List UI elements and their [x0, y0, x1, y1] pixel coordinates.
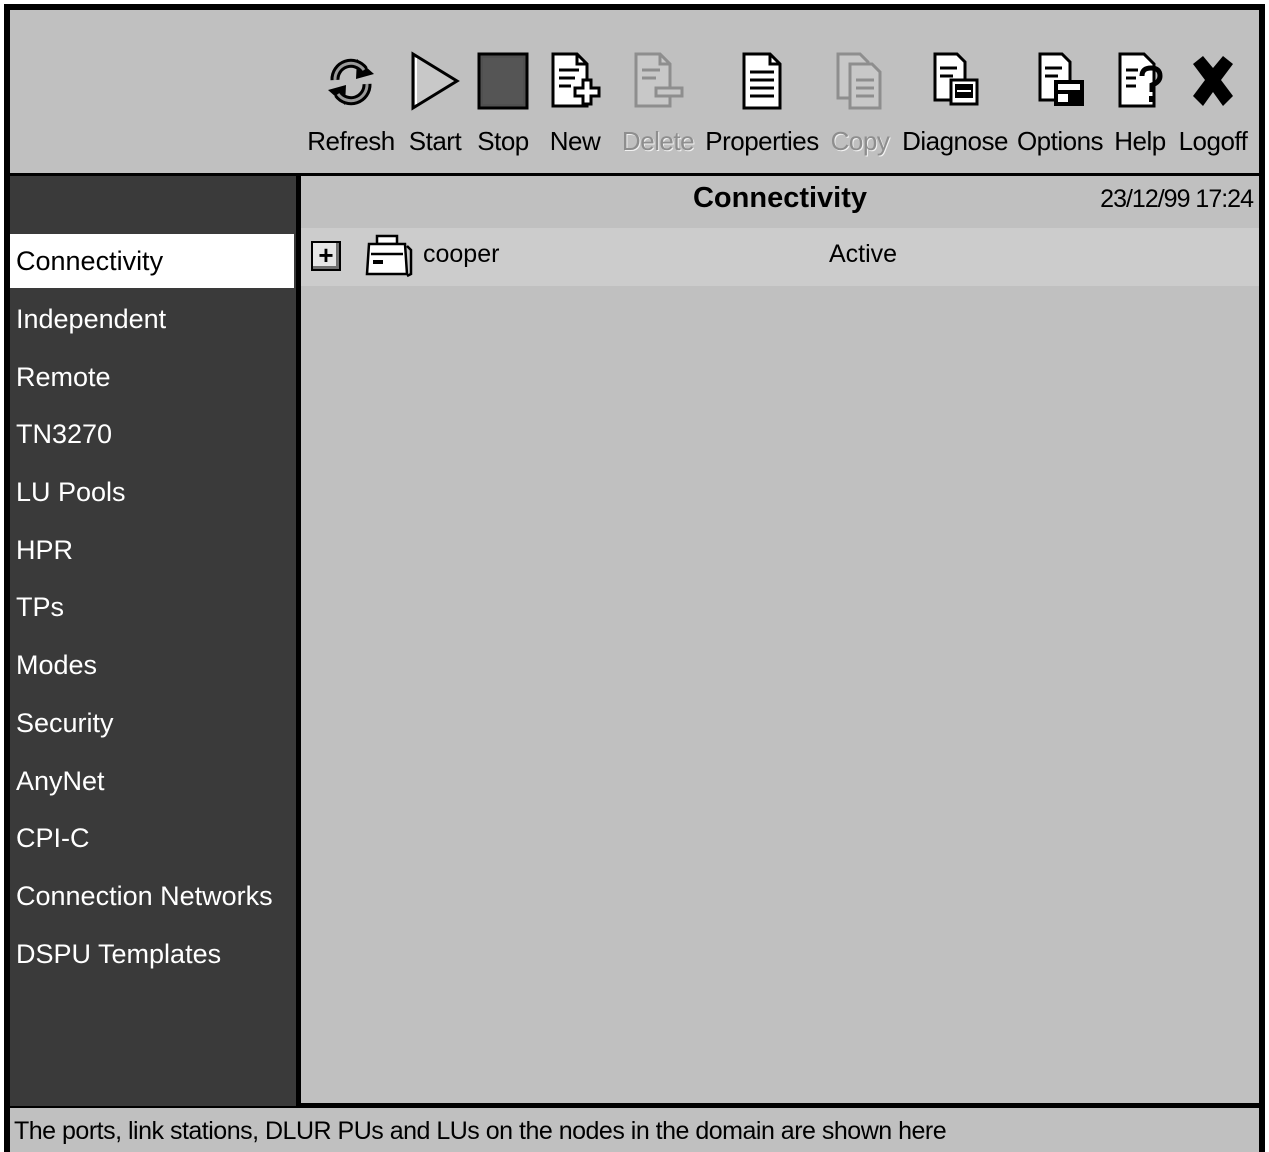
status-bar: The ports, link stations, DLUR PUs and L… [10, 1106, 1259, 1152]
properties-button[interactable]: Properties [704, 50, 820, 170]
sidebar-item-security[interactable]: Security [10, 696, 294, 750]
sidebar-item-anynet[interactable]: AnyNet [10, 754, 294, 808]
sidebar-item-hpr[interactable]: HPR [10, 523, 294, 577]
properties-label: Properties [705, 126, 819, 156]
options-label: Options [1016, 126, 1104, 156]
diagnose-label: Diagnose [902, 126, 1008, 156]
sidebar-item-modes[interactable]: Modes [10, 638, 294, 692]
help-label: Help [1114, 126, 1166, 156]
delete-label: Delete [621, 126, 695, 156]
sidebar-item-remote[interactable]: Remote [10, 350, 294, 404]
refresh-button[interactable]: Refresh [306, 50, 396, 170]
stop-button[interactable]: Stop [472, 50, 534, 170]
start-label: Start [408, 126, 462, 156]
logoff-label: Logoff [1178, 126, 1248, 156]
delete-document-icon [634, 52, 684, 108]
sna-manager-window: Refresh Start Stop New Delete Properties… [4, 4, 1265, 1152]
logoff-x-icon [1193, 56, 1233, 106]
tree-row[interactable]: + cooper Active [301, 228, 1259, 286]
sidebar-item-independent[interactable]: Independent [10, 292, 294, 346]
delete-button[interactable]: Delete [616, 50, 700, 170]
logoff-button[interactable]: Logoff [1174, 50, 1252, 170]
new-document-icon [551, 52, 601, 108]
sidebar-item-cpi-c[interactable]: CPI-C [10, 811, 294, 865]
diagnose-icon [933, 52, 979, 106]
sidebar-item-lu-pools[interactable]: LU Pools [10, 465, 294, 519]
sidebar-item-dspu-templates[interactable]: DSPU Templates [10, 927, 294, 981]
refresh-label: Refresh [307, 126, 395, 156]
copy-documents-icon [836, 52, 882, 110]
toolbar: Refresh Start Stop New Delete Properties… [10, 10, 1259, 176]
help-button[interactable]: Help [1110, 50, 1170, 170]
sidebar-item-tps[interactable]: TPs [10, 580, 294, 634]
panel-timestamp: 23/12/99 17:24 [1100, 185, 1254, 213]
start-button[interactable]: Start [404, 50, 466, 170]
sidebar-item-connectivity[interactable]: Connectivity [10, 234, 294, 288]
expand-toggle[interactable]: + [311, 241, 341, 271]
stop-label: Stop [477, 126, 529, 156]
options-button[interactable]: Options [1014, 50, 1106, 170]
start-triangle-icon [411, 51, 460, 111]
new-button[interactable]: New [542, 50, 608, 170]
node-status: Active [829, 240, 898, 268]
copy-button[interactable]: Copy [828, 50, 892, 170]
options-icon [1038, 52, 1084, 106]
copy-label: Copy [830, 126, 890, 156]
properties-document-icon [742, 52, 782, 110]
status-text: The ports, link stations, DLUR PUs and L… [14, 1117, 947, 1145]
diagnose-button[interactable]: Diagnose [900, 50, 1010, 170]
refresh-icon [328, 58, 374, 106]
sidebar-item-connection-networks[interactable]: Connection Networks [10, 869, 294, 923]
panel-header: Connectivity 23/12/99 17:24 [301, 176, 1259, 226]
computer-node-icon [365, 234, 413, 278]
sidebar-item-tn3270[interactable]: TN3270 [10, 407, 294, 461]
stop-square-icon [477, 52, 529, 110]
help-document-icon [1118, 52, 1163, 108]
new-label: New [549, 126, 601, 156]
main-panel: Connectivity 23/12/99 17:24 + cooper Act… [301, 176, 1259, 1106]
sidebar-nav: Connectivity Independent Remote TN3270 L… [10, 176, 296, 1106]
node-name: cooper [423, 240, 500, 268]
